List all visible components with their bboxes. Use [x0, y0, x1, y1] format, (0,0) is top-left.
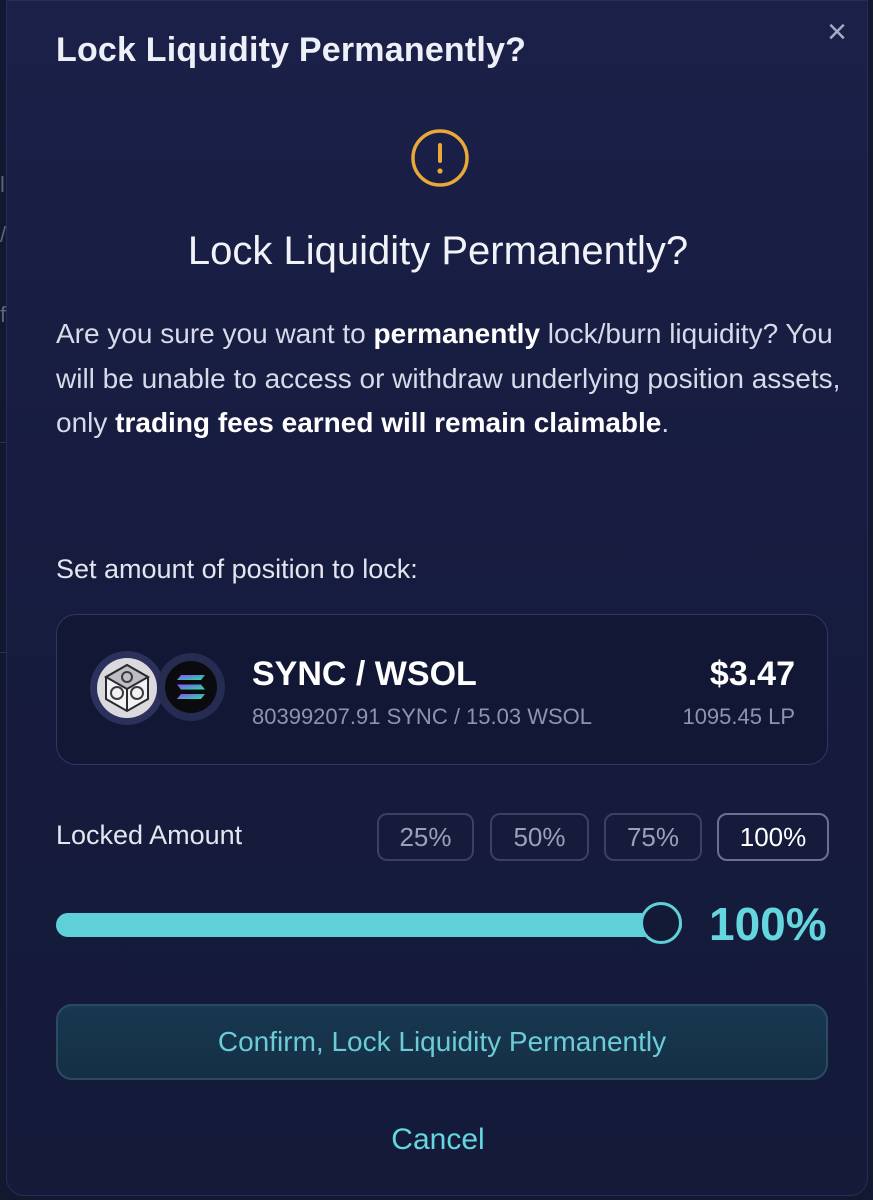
solana-token-icon [165, 661, 217, 713]
preset-100-button[interactable]: 100% [717, 813, 829, 861]
position-card: SYNC / WSOL 80399207.91 SYNC / 15.03 WSO… [56, 614, 828, 765]
close-icon[interactable]: × [822, 15, 852, 49]
modal-title: Lock Liquidity Permanently? [187, 229, 689, 273]
position-token-amounts: 80399207.91 SYNC / 15.03 WSOL [252, 704, 592, 729]
lock-slider-fill [56, 913, 682, 937]
preset-50-button[interactable]: 50% [490, 813, 589, 861]
set-amount-label: Set amount of position to lock: [56, 554, 418, 584]
token-icon-wrapper [157, 653, 225, 721]
description-emphasis: trading fees earned will remain claimabl… [115, 407, 662, 438]
locked-amount-label: Locked Amount [56, 820, 243, 850]
position-usd-value: $3.47 [709, 655, 795, 693]
position-pair-name: SYNC / WSOL [252, 655, 477, 693]
modal-header-title: Lock Liquidity Permanently? [56, 31, 527, 69]
lock-slider-track[interactable] [56, 913, 682, 937]
sync-token-icon [97, 658, 157, 718]
description-text: . [661, 407, 670, 438]
warning-description: Are you sure you want to permanently loc… [56, 312, 846, 446]
lock-slider-thumb[interactable] [640, 902, 682, 944]
lock-slider-value: 100% [709, 898, 827, 950]
confirm-lock-button[interactable]: Confirm, Lock Liquidity Permanently [56, 1004, 828, 1080]
preset-25-button[interactable]: 25% [377, 813, 474, 861]
cancel-button[interactable]: Cancel [7, 1123, 869, 1157]
description-text: Are you sure you want to [56, 318, 374, 349]
warning-circle-icon [411, 129, 469, 187]
lock-liquidity-modal: Lock Liquidity Permanently? × Lock Liqui… [6, 0, 868, 1196]
description-emphasis: permanently [373, 318, 541, 349]
position-lp-amount: 1095.45 LP [682, 704, 795, 729]
token-icon-wrapper [90, 651, 164, 725]
preset-75-button[interactable]: 75% [604, 813, 702, 861]
